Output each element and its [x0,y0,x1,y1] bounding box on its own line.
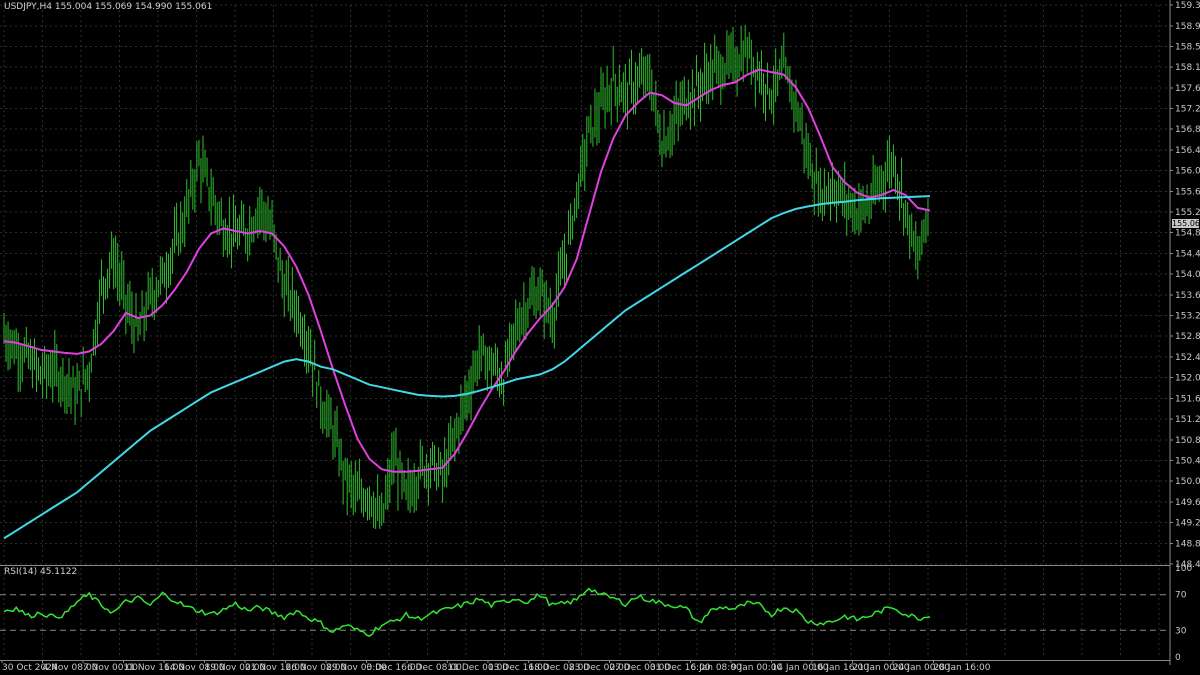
rsi-tick-label: 0 [1175,653,1181,663]
price-tick-label: 150.020 [1175,477,1200,487]
chart-background [0,0,1200,675]
price-tick-label: 150.820 [1175,436,1200,446]
price-tick-label: 151.230 [1175,415,1200,425]
price-tick-label: 151.630 [1175,395,1200,405]
price-tick-label: 149.610 [1175,498,1200,508]
time-tick-label: 28 Jan 16:00 [934,663,991,673]
price-tick-label: 150.420 [1175,457,1200,467]
price-tick-label: 156.080 [1175,166,1200,176]
price-tick-label: 156.480 [1175,146,1200,156]
price-tick-label: 157.290 [1175,104,1200,114]
rsi-tick-label: 100 [1175,564,1192,574]
price-tick-label: 152.040 [1175,373,1200,383]
price-tick-label: 152.850 [1175,332,1200,342]
current-price-tag: 155.061 [1172,219,1200,228]
ohlc-values: 155.004 155.069 154.990 155.061 [54,2,213,12]
price-tick-label: 149.210 [1175,518,1200,528]
price-tick-label: 159.310 [1175,1,1200,11]
price-tick-label: 153.650 [1175,291,1200,301]
rsi-name: RSI(14) [4,567,38,577]
price-tick-label: 152.440 [1175,353,1200,363]
rsi-tick-label: 70 [1175,591,1187,601]
rsi-header: RSI(14) 45.1122 [4,567,77,577]
price-tick-label: 156.890 [1175,125,1200,135]
trading-chart[interactable]: 159.310 158.900 158.500 158.100 157.690 157.2… [0,0,1200,675]
price-tick-label: 154.060 [1175,270,1200,280]
price-tick-label: 148.800 [1175,540,1200,550]
price-tick-label: 155.670 [1175,188,1200,198]
rsi-tick-label: 30 [1175,626,1187,636]
price-tick-label: 153.250 [1175,311,1200,321]
price-tick-label: 154.870 [1175,228,1200,238]
price-tick-label: 155.270 [1175,208,1200,218]
price-tick-label: 158.100 [1175,63,1200,73]
price-tick-label: 158.500 [1175,43,1200,53]
price-tick-label: 158.900 [1175,22,1200,32]
symbol-name: USDJPY,H4 [4,2,52,12]
price-tick-label: 157.690 [1175,84,1200,94]
symbol-header: USDJPY,H4 155.004 155.069 154.990 155.06… [4,2,212,12]
price-tick-label: 154.460 [1175,250,1200,260]
rsi-value: 45.1122 [39,567,78,577]
chart-grid [0,0,1200,675]
